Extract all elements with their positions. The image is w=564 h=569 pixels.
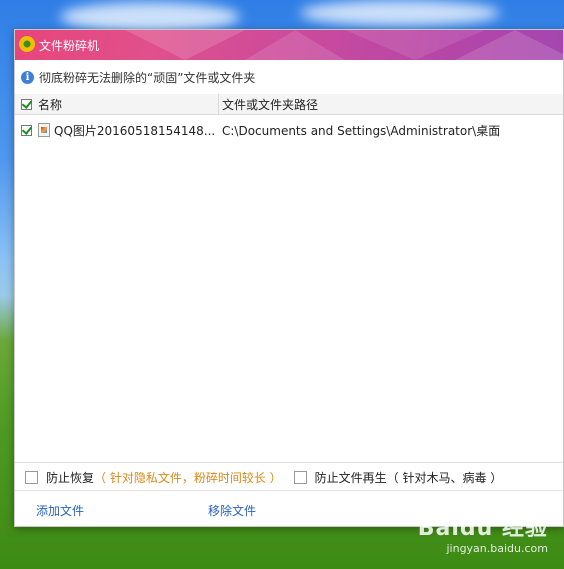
- info-bar: i 彻底粉碎无法删除的“顽固”文件或文件夹: [15, 60, 563, 95]
- remove-file-button[interactable]: 移除文件: [208, 502, 256, 519]
- desktop-cloud: [60, 2, 240, 32]
- window-title: 文件粉碎机: [39, 39, 100, 53]
- column-header-path[interactable]: 文件或文件夹路径: [219, 94, 563, 114]
- prevent-recovery-checkbox[interactable]: [25, 470, 38, 484]
- table-header: 名称 文件或文件夹路径: [15, 94, 563, 115]
- prevent-recovery-hint: （ 针对隐私文件，粉碎时间较长 ）: [94, 470, 282, 485]
- app-logo-icon: [19, 36, 35, 52]
- watermark-url: jingyan.baidu.com: [446, 542, 548, 555]
- prevent-regenerate-checkbox[interactable]: [293, 470, 307, 484]
- desktop-cloud: [300, 0, 500, 26]
- title-bar[interactable]: 文件粉碎机: [15, 30, 563, 60]
- info-text: 彻底粉碎无法删除的“顽固”文件或文件夹: [39, 70, 256, 85]
- column-path-label: 文件或文件夹路径: [222, 97, 319, 112]
- prevent-regenerate-label: 防止文件再生: [314, 470, 387, 485]
- prevent-recovery-label: 防止恢复: [46, 470, 95, 485]
- info-icon: i: [21, 70, 34, 84]
- select-all-checkbox[interactable]: [21, 98, 32, 110]
- baidu-watermark: Baidu 经验 jingyan.baidu.com: [418, 510, 548, 555]
- file-shredder-window: 文件粉碎机 i 彻底粉碎无法删除的“顽固”文件或文件夹 名称 文件或文件夹路径 …: [14, 29, 564, 527]
- row-checkbox[interactable]: [21, 124, 32, 136]
- watermark-brand: Baidu 经验: [417, 516, 548, 541]
- row-file-name: QQ图片20160518154148...: [54, 123, 216, 138]
- column-name-label: 名称: [38, 97, 63, 112]
- row-name-cell: QQ图片20160518154148...: [15, 120, 218, 140]
- row-path-cell: C:\Documents and Settings\Administrator\…: [219, 120, 563, 140]
- prevent-regenerate-hint: （ 针对木马、病毒 ）: [386, 470, 503, 485]
- add-file-button[interactable]: 添加文件: [36, 502, 84, 519]
- row-file-path: C:\Documents and Settings\Administrator\…: [222, 123, 501, 138]
- column-header-name[interactable]: 名称: [15, 94, 219, 114]
- table-row[interactable]: QQ图片20160518154148... C:\Documents and S…: [15, 120, 563, 140]
- image-file-icon: [38, 123, 50, 137]
- options-bar: 防止恢复 （ 针对隐私文件，粉碎时间较长 ） 防止文件再生 （ 针对木马、病毒 …: [15, 462, 563, 491]
